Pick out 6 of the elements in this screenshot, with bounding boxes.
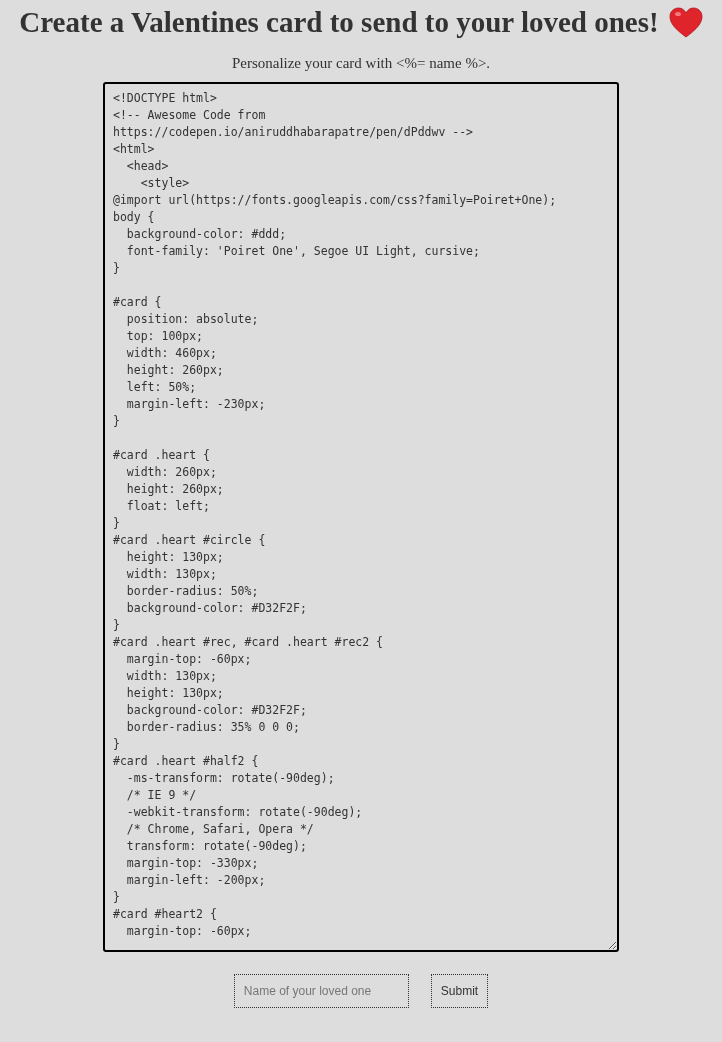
code-editor[interactable]: <!DOCTYPE html> <!-- Awesome Code from https://codepen.io/aniruddhabarapatre/pen/dPddwv --> <html> <head> <style> @import url(https://fonts.googleapis.com/css?family=Poiret+One); body { background-color: #ddd; font-family: 'Poiret One', Segoe UI Light, cursive; } #card { position: absolute; top: 100px; width: 460px; height: 260px; left: 50%; margin-left: -230px; } #card .heart { width: 260px; height: 260px; float: left; } #card .heart #circle { height: 130px; width: 130px; border-radius: 50%; background-color: #D32F2F; } #card .heart #rec, #card .heart #rec2 { margin-top: -60px; width: 130px; height: 130px; background-color: #D32F2F; border-radius: 35% 0 0 0; } #card .heart #half2 { -ms-transform: rotate(-90deg); /* IE 9 */ -webkit-transform: rotate(-90deg); /* Chrome, Safari, Opera */ transform: rotate(-90deg); margin-top: -330px; margin-left: -200px; } #card #heart2 { margin-top: -60px; [103,82,619,952]
subtitle: Personalize your card with <%= name %>. [230,55,492,72]
page-title: Create a Valentines card to send to your loved ones! [19,6,659,39]
submit-button[interactable]: Submit [430,974,489,1008]
heart-icon [668,6,703,39]
name-field[interactable]: Name of your loved one [233,974,409,1008]
